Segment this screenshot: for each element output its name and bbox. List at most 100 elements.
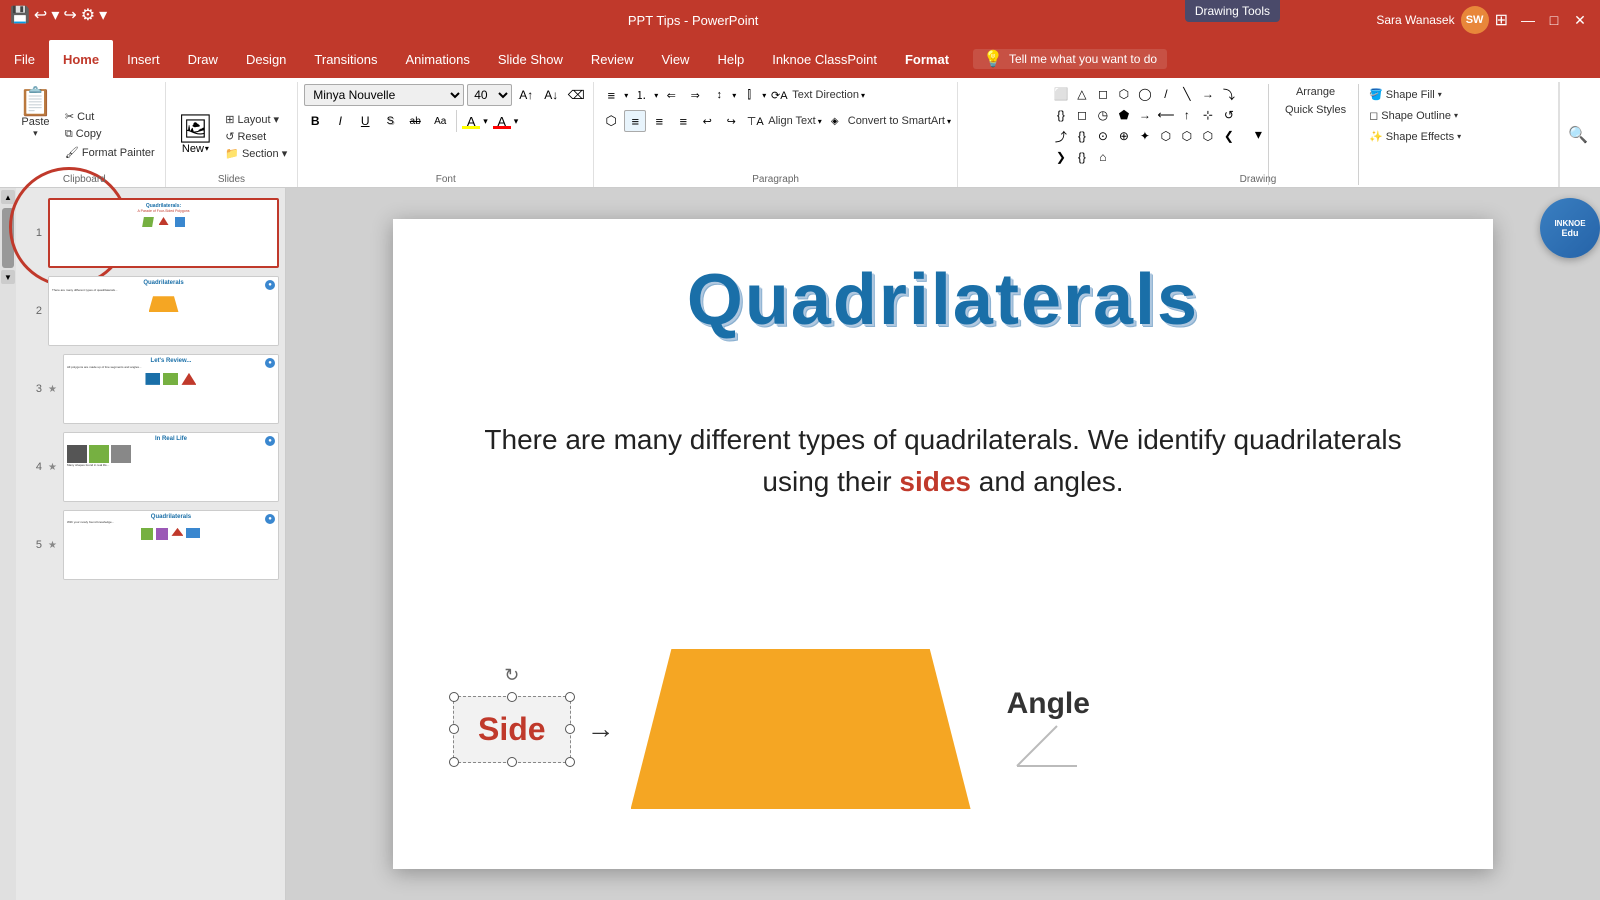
reset-button[interactable]: ↺ Reset	[221, 129, 291, 144]
slide-thumb-1[interactable]: Quadrilaterals: A Parade of Four-Sided P…	[48, 198, 279, 268]
shape-btn-26[interactable]: ⬡	[1198, 126, 1218, 146]
line-spacing-button[interactable]: ↕	[708, 84, 730, 106]
highlight-color-button[interactable]: A	[462, 114, 480, 129]
bullets-button[interactable]: ≡	[600, 84, 622, 106]
shape-outline-dropdown[interactable]: ▾	[1454, 111, 1458, 120]
undo-dropdown-icon[interactable]: ▾	[51, 5, 59, 25]
paste-dropdown[interactable]: ▾	[33, 128, 38, 139]
scroll-thumb[interactable]	[2, 208, 14, 268]
shape-btn-17[interactable]: ⊹	[1198, 105, 1218, 125]
handle-tc[interactable]	[507, 692, 517, 702]
shape-btn-14[interactable]: →	[1135, 105, 1155, 125]
align-center-button[interactable]: ≡	[624, 110, 646, 132]
decrease-font-button[interactable]: A↓	[540, 84, 562, 106]
shadow-button[interactable]: S	[379, 110, 401, 132]
indent-more-button[interactable]: ⇒	[684, 84, 706, 106]
shape-btn-29[interactable]: {}	[1072, 147, 1092, 167]
shape-btn-9[interactable]: ⤵	[1219, 84, 1239, 104]
shape-btn-28[interactable]: ❯	[1051, 147, 1071, 167]
handle-bc[interactable]	[507, 757, 517, 767]
menu-help[interactable]: Help	[703, 40, 758, 78]
columns-dropdown[interactable]: ▾	[762, 91, 766, 100]
menu-insert[interactable]: Insert	[113, 40, 174, 78]
numbering-dropdown[interactable]: ▾	[654, 91, 658, 100]
menu-animations[interactable]: Animations	[392, 40, 484, 78]
new-slide-button[interactable]: 🖼 New ▾	[172, 111, 220, 159]
shape-btn-25[interactable]: ⬡	[1177, 126, 1197, 146]
paste-button[interactable]: 📋 Paste ▾	[10, 84, 61, 185]
change-case-button[interactable]: Aa	[429, 110, 451, 132]
shape-btn-13[interactable]: ⬟	[1114, 105, 1134, 125]
shape-fill-button[interactable]: 🪣 Shape Fill ▾	[1365, 86, 1465, 103]
scroll-up-arrow[interactable]: ▲	[1, 190, 15, 204]
shape-btn-5[interactable]: ◯	[1135, 84, 1155, 104]
arrange-button[interactable]: Arrange	[1279, 84, 1352, 100]
font-color-button[interactable]: A	[493, 114, 511, 129]
ltr-button[interactable]: ↪	[720, 110, 742, 132]
align-text-dropdown[interactable]: ▾	[818, 117, 822, 126]
clear-format-button[interactable]: ⌫	[565, 84, 587, 106]
strikethrough-button[interactable]: ab	[404, 110, 426, 132]
settings-icon[interactable]: ⚙	[81, 5, 95, 25]
slide-item-2[interactable]: 2 Quadrilaterals There are many differen…	[22, 276, 279, 346]
handle-tl[interactable]	[449, 692, 459, 702]
shape-btn-11[interactable]: ◻	[1072, 105, 1092, 125]
align-right-button[interactable]: ≡	[648, 110, 670, 132]
shape-btn-21[interactable]: ⊙	[1093, 126, 1113, 146]
menu-slideshow[interactable]: Slide Show	[484, 40, 577, 78]
shape-effects-dropdown[interactable]: ▾	[1457, 132, 1461, 141]
new-slide-dropdown[interactable]: ▾	[205, 144, 209, 153]
shape-btn-8[interactable]: →	[1198, 84, 1218, 104]
redo-icon[interactable]: ↪	[63, 5, 76, 25]
scroll-down-arrow[interactable]: ▼	[1, 270, 15, 284]
shape-btn-15[interactable]: ⟵	[1156, 105, 1176, 125]
slide-thumb-3[interactable]: Let's Review... All polygons are made up…	[63, 354, 279, 424]
layout-button[interactable]: ⊞ Layout ▾	[221, 112, 291, 127]
layout-icon[interactable]: ⊞	[1495, 10, 1508, 30]
quick-styles-button[interactable]: Quick Styles	[1279, 102, 1352, 118]
bold-button[interactable]: B	[304, 110, 326, 132]
menu-transitions[interactable]: Transitions	[300, 40, 391, 78]
shape-btn-18[interactable]: ↺	[1219, 105, 1239, 125]
menu-review[interactable]: Review	[577, 40, 648, 78]
menu-inknoe[interactable]: Inknoe ClassPoint	[758, 40, 891, 78]
save-icon[interactable]: 💾	[10, 5, 30, 25]
handle-ml[interactable]	[449, 724, 459, 734]
menu-home[interactable]: Home	[49, 40, 113, 78]
italic-button[interactable]: I	[329, 110, 351, 132]
inknoe-badge[interactable]: INKNOE Edu	[1540, 198, 1600, 258]
shape-btn-27[interactable]: ❮	[1219, 126, 1239, 146]
highlight-dropdown[interactable]: ▾	[483, 116, 488, 127]
shape-fill-dropdown[interactable]: ▾	[1438, 90, 1442, 99]
slide-item-3[interactable]: 3 ★ Let's Review... All polygons are mad…	[22, 354, 279, 424]
shape-outline-button[interactable]: ◻ Shape Outline ▾	[1365, 107, 1465, 124]
convert-smartart-dropdown[interactable]: ▾	[947, 117, 951, 126]
slide-thumb-2[interactable]: Quadrilaterals There are many different …	[48, 276, 279, 346]
shape-btn-22[interactable]: ⊕	[1114, 126, 1134, 146]
shape-btn-12[interactable]: ◷	[1093, 105, 1113, 125]
shape-btn-2[interactable]: △	[1072, 84, 1092, 104]
shape-btn-6[interactable]: /	[1156, 84, 1176, 104]
handle-tr[interactable]	[565, 692, 575, 702]
handle-mr[interactable]	[565, 724, 575, 734]
align-left-button[interactable]: ⬡	[600, 110, 622, 132]
text-direction-dropdown[interactable]: ▾	[861, 91, 865, 100]
shape-btn-10[interactable]: {}	[1051, 105, 1071, 125]
shape-btn-20[interactable]: {}	[1072, 126, 1092, 146]
shape-btn-19[interactable]: ⤴	[1051, 126, 1071, 146]
shape-btn-16[interactable]: ↑	[1177, 105, 1197, 125]
slide-item-5[interactable]: 5 ★ Quadrilaterals With your newly found…	[22, 510, 279, 580]
undo-icon[interactable]: ↩	[34, 5, 47, 25]
side-textbox[interactable]: ↻ Side	[453, 696, 571, 763]
maximize-button[interactable]: □	[1544, 10, 1564, 30]
shape-btn-23[interactable]: ✦	[1135, 126, 1155, 146]
text-direction-button[interactable]: ⟳A	[768, 84, 790, 106]
menu-draw[interactable]: Draw	[174, 40, 232, 78]
slide-thumb-4[interactable]: In Real Life Many shapes found in real l…	[63, 432, 279, 502]
menu-view[interactable]: View	[648, 40, 704, 78]
menu-format[interactable]: Format	[891, 40, 963, 78]
bullets-dropdown[interactable]: ▾	[624, 91, 628, 100]
convert-smartart-button[interactable]: ◈	[824, 110, 846, 132]
handle-br[interactable]	[565, 757, 575, 767]
shape-btn-1[interactable]: ⬜	[1051, 84, 1071, 104]
